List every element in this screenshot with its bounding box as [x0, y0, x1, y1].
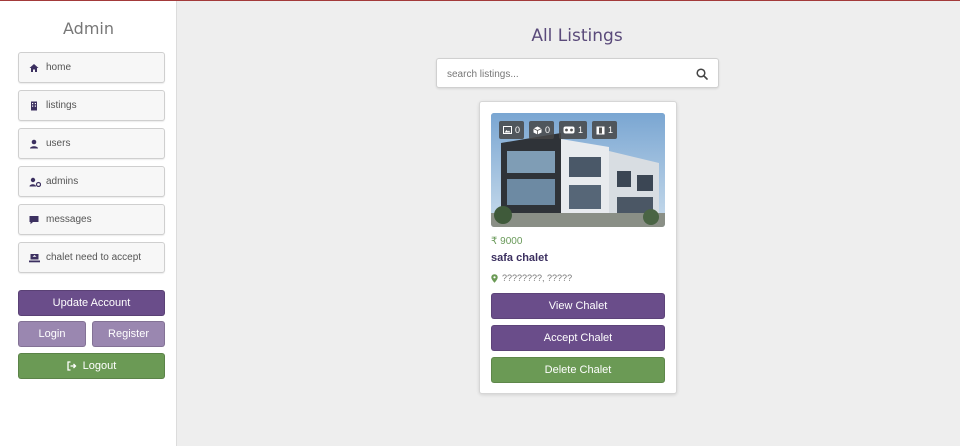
- register-button[interactable]: Register: [92, 321, 165, 347]
- laptop-house-icon: [29, 253, 40, 263]
- map-marker-icon: [491, 273, 498, 283]
- vr-count: 1: [578, 125, 584, 135]
- login-button[interactable]: Login: [18, 321, 86, 347]
- delete-chalet-button[interactable]: Delete Chalet: [491, 357, 665, 383]
- nav-messages-label: messages: [46, 214, 92, 225]
- nav-listings-label: listings: [46, 100, 77, 111]
- user-icon: [29, 139, 39, 149]
- nav-home-label: home: [46, 62, 72, 73]
- search-input[interactable]: [447, 66, 677, 82]
- models-count: 0: [545, 125, 551, 135]
- user-cog-icon: [29, 177, 41, 187]
- search-box: [436, 58, 719, 88]
- nav-chalet-need-to-accept-label: chalet need to accept: [46, 252, 142, 263]
- logout-label: Logout: [82, 360, 117, 372]
- videos-badge[interactable]: 1: [592, 121, 618, 139]
- nav-users-label: users: [46, 138, 71, 149]
- nav-listings-button[interactable]: listings: [18, 90, 165, 121]
- sign-out-icon: [67, 361, 77, 371]
- chalet-photo[interactable]: 0 0 1 1: [491, 113, 665, 227]
- images-count: 0: [515, 125, 521, 135]
- cube-icon: [533, 126, 542, 135]
- nav-home-button[interactable]: home: [18, 52, 165, 83]
- sidebar-title: Admin: [63, 19, 114, 38]
- home-icon: [29, 63, 39, 73]
- videos-count: 1: [608, 125, 614, 135]
- nav-users-button[interactable]: users: [18, 128, 165, 159]
- page-title: All Listings: [531, 26, 623, 46]
- chalet-name: safa chalet: [491, 252, 548, 264]
- listing-card: 0 0 1 1 ₹ 9000 safa chalet ????????, ???…: [479, 101, 677, 394]
- logout-button[interactable]: Logout: [18, 353, 165, 379]
- nav-admins-label: admins: [46, 176, 79, 187]
- nav-chalet-need-to-accept-button[interactable]: chalet need to accept: [18, 242, 165, 273]
- models-badge[interactable]: 0: [529, 121, 555, 139]
- view-chalet-button[interactable]: View Chalet: [491, 293, 665, 319]
- nav-admins-button[interactable]: admins: [18, 166, 165, 197]
- nav-messages-button[interactable]: messages: [18, 204, 165, 235]
- search-icon[interactable]: [696, 67, 708, 85]
- vr-badge[interactable]: 1: [559, 121, 588, 139]
- images-badge[interactable]: 0: [499, 121, 525, 139]
- update-account-button[interactable]: Update Account: [18, 290, 165, 316]
- message-icon: [29, 215, 39, 225]
- chalet-location: ????????, ?????: [491, 273, 572, 283]
- media-badges: 0 0 1 1: [499, 121, 618, 139]
- image-icon: [503, 126, 512, 134]
- sidebar: Admin home listings users admins message…: [0, 1, 177, 446]
- accept-chalet-button[interactable]: Accept Chalet: [491, 325, 665, 351]
- chalet-location-text: ????????, ?????: [502, 273, 573, 283]
- chalet-price: ₹ 9000: [491, 236, 523, 247]
- vr-icon: [563, 126, 575, 134]
- building-icon: [29, 101, 39, 111]
- film-icon: [596, 126, 605, 135]
